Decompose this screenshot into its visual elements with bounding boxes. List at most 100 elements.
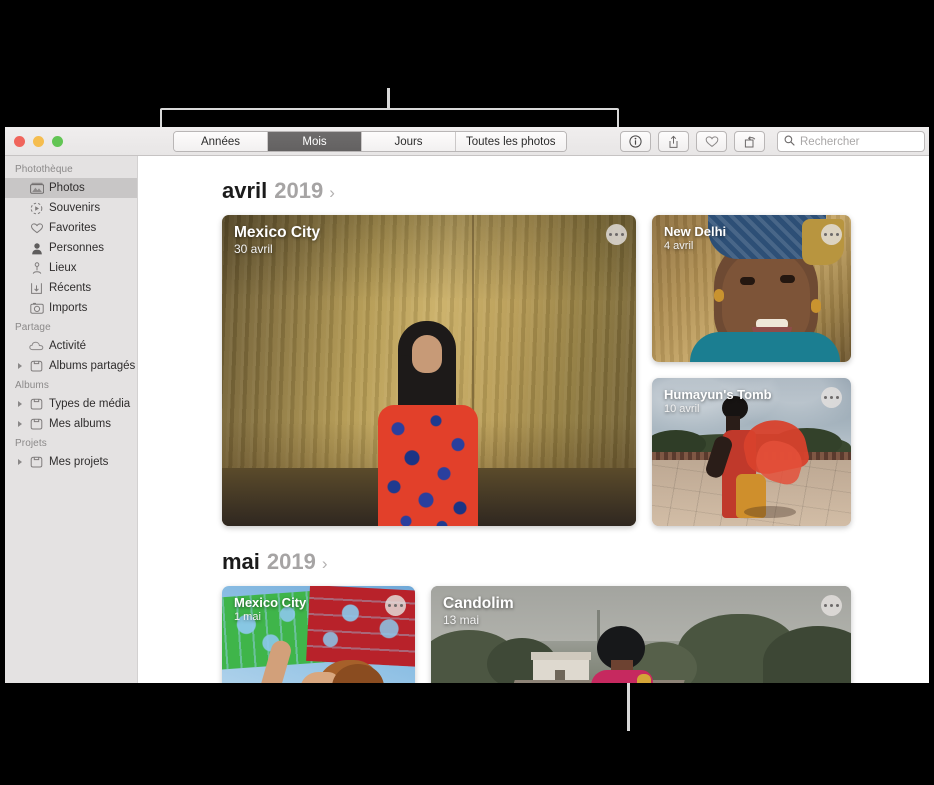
more-options-button[interactable] — [821, 595, 842, 616]
info-button[interactable] — [620, 131, 651, 152]
chevron-right-icon[interactable]: › — [329, 184, 335, 201]
view-mode-segmented-control[interactable]: Années Mois Jours Toutes les photos — [173, 131, 567, 152]
rotate-button[interactable] — [734, 131, 765, 152]
photo-grid-content[interactable]: avril 2019 › — [138, 156, 929, 683]
photo-card-date: 30 avril — [234, 242, 320, 258]
toolbar-action-buttons — [620, 131, 765, 152]
album-icon — [29, 398, 44, 410]
sidebar: Photothèque Photos — [5, 156, 138, 683]
sidebar-item-imports[interactable]: Imports — [5, 298, 137, 318]
sidebar-item-label: Favorites — [49, 222, 96, 234]
photo-card-title: Humayun's Tomb — [664, 387, 772, 402]
search-input[interactable]: Rechercher — [800, 136, 859, 148]
more-options-button[interactable] — [385, 595, 406, 616]
disclosure-triangle-icon[interactable] — [15, 363, 24, 369]
sidebar-item-photos[interactable]: Photos — [5, 178, 137, 198]
sidebar-section-projets: Projets — [5, 434, 137, 452]
sidebar-item-label: Mes albums — [49, 418, 111, 430]
tab-jours[interactable]: Jours — [362, 132, 456, 151]
sidebar-section-phototheque: Photothèque — [5, 160, 137, 178]
month-year: 2019 — [267, 549, 316, 575]
photo-card-label: New Delhi 4 avril — [664, 224, 726, 254]
sidebar-item-label: Photos — [49, 182, 85, 194]
window-toolbar: Années Mois Jours Toutes les photos — [5, 127, 929, 156]
month-header-avril[interactable]: avril 2019 › — [222, 178, 929, 204]
more-options-button[interactable] — [606, 224, 627, 245]
favorite-button[interactable] — [696, 131, 727, 152]
photo-mexico-wall-portrait — [222, 215, 636, 526]
window-body: Photothèque Photos — [5, 156, 929, 683]
cloud-icon — [29, 341, 44, 351]
sidebar-item-mes-albums[interactable]: Mes albums — [5, 414, 137, 434]
sidebar-item-label: Imports — [49, 302, 87, 314]
search-icon — [784, 133, 795, 151]
photo-card-title: Mexico City — [234, 224, 320, 242]
sidebar-item-label: Types de média — [49, 398, 130, 410]
sidebar-item-albums-partages[interactable]: Albums partagés — [5, 356, 137, 376]
photo-card-mexico-city-avril[interactable]: Mexico City 30 avril — [222, 215, 636, 526]
photo-card-label: Candolim 13 mai — [443, 595, 514, 629]
screenshot-stage: Années Mois Jours Toutes les photos — [0, 0, 934, 785]
month-header-mai[interactable]: mai 2019 › — [222, 549, 929, 575]
callout-leader-top — [387, 88, 390, 110]
recents-download-icon — [29, 282, 44, 295]
month-name: mai — [222, 549, 260, 575]
photo-card-label: Mexico City 1 mai — [234, 595, 306, 625]
sidebar-item-label: Récents — [49, 282, 91, 294]
sidebar-section-albums: Albums — [5, 376, 137, 394]
album-icon — [29, 456, 44, 468]
sidebar-item-mes-projets[interactable]: Mes projets — [5, 452, 137, 472]
callout-leader-content-area — [627, 683, 630, 731]
photo-card-humayuns-tomb[interactable]: Humayun's Tomb 10 avril — [652, 378, 851, 526]
sidebar-item-label: Mes projets — [49, 456, 108, 468]
sidebar-item-label: Albums partagés — [49, 360, 135, 372]
sidebar-item-recents[interactable]: Récents — [5, 278, 137, 298]
photo-card-new-delhi[interactable]: New Delhi 4 avril — [652, 215, 851, 362]
month-column-right-avril: New Delhi 4 avril — [652, 215, 851, 526]
sidebar-item-label: Lieux — [49, 262, 77, 274]
share-button[interactable] — [658, 131, 689, 152]
close-window-button[interactable] — [14, 136, 25, 147]
chevron-right-icon[interactable]: › — [322, 555, 328, 572]
minimize-window-button[interactable] — [33, 136, 44, 147]
photo-card-date: 4 avril — [664, 239, 726, 253]
sidebar-item-personnes[interactable]: Personnes — [5, 238, 137, 258]
more-options-button[interactable] — [821, 224, 842, 245]
disclosure-triangle-icon[interactable] — [15, 459, 24, 465]
photo-card-label: Humayun's Tomb 10 avril — [664, 387, 772, 417]
photos-app-window: Années Mois Jours Toutes les photos — [5, 127, 929, 683]
sidebar-item-label: Activité — [49, 340, 86, 352]
rotate-icon — [743, 135, 757, 149]
sidebar-section-partage: Partage — [5, 318, 137, 336]
tab-annees[interactable]: Années — [174, 132, 268, 151]
window-controls — [5, 136, 63, 147]
sidebar-item-label: Souvenirs — [49, 202, 100, 214]
photo-card-date: 13 mai — [443, 613, 514, 629]
sidebar-item-label: Personnes — [49, 242, 104, 254]
sidebar-item-souvenirs[interactable]: Souvenirs — [5, 198, 137, 218]
sidebar-item-types-de-media[interactable]: Types de média — [5, 394, 137, 414]
photo-card-title: Mexico City — [234, 595, 306, 610]
zoom-window-button[interactable] — [52, 136, 63, 147]
photo-card-candolim[interactable]: Candolim 13 mai — [431, 586, 851, 683]
more-options-button[interactable] — [821, 387, 842, 408]
search-field[interactable]: Rechercher — [777, 131, 925, 152]
person-icon — [29, 242, 44, 255]
disclosure-triangle-icon[interactable] — [15, 421, 24, 427]
album-icon — [29, 418, 44, 430]
month-row-avril: Mexico City 30 avril — [222, 215, 929, 526]
sidebar-item-lieux[interactable]: Lieux — [5, 258, 137, 278]
disclosure-triangle-icon[interactable] — [15, 401, 24, 407]
photo-card-title: Candolim — [443, 595, 514, 613]
photo-card-title: New Delhi — [664, 224, 726, 239]
sidebar-item-activite[interactable]: Activité — [5, 336, 137, 356]
share-icon — [667, 135, 680, 149]
tab-toutes-les-photos[interactable]: Toutes les photos — [456, 132, 566, 151]
info-icon — [629, 135, 642, 148]
tab-mois[interactable]: Mois — [268, 132, 362, 151]
heart-icon — [29, 222, 44, 234]
photo-card-date: 1 mai — [234, 610, 306, 624]
photo-card-mexico-city-mai[interactable]: Mexico City 1 mai — [222, 586, 415, 683]
photo-card-date: 10 avril — [664, 402, 772, 416]
sidebar-item-favorites[interactable]: Favorites — [5, 218, 137, 238]
